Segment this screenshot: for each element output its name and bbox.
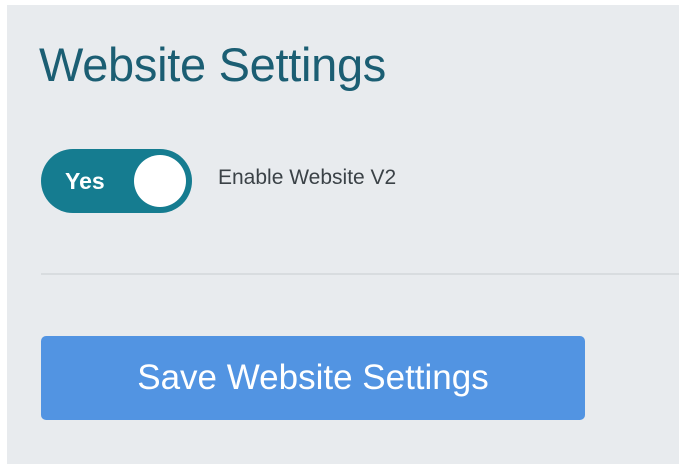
page-title: Website Settings (39, 38, 387, 91)
enable-website-v2-label: Enable Website V2 (218, 166, 397, 189)
enable-website-v2-toggle[interactable]: Yes (41, 149, 192, 213)
toggle-state-label: Yes (65, 168, 105, 194)
toggle-knob (134, 155, 186, 207)
enable-website-v2-row: Yes Enable Website V2 (41, 149, 396, 213)
section-divider (41, 273, 679, 275)
settings-panel: Website Settings Yes Enable Website V2 S… (7, 5, 679, 464)
save-website-settings-button[interactable]: Save Website Settings (41, 336, 585, 420)
